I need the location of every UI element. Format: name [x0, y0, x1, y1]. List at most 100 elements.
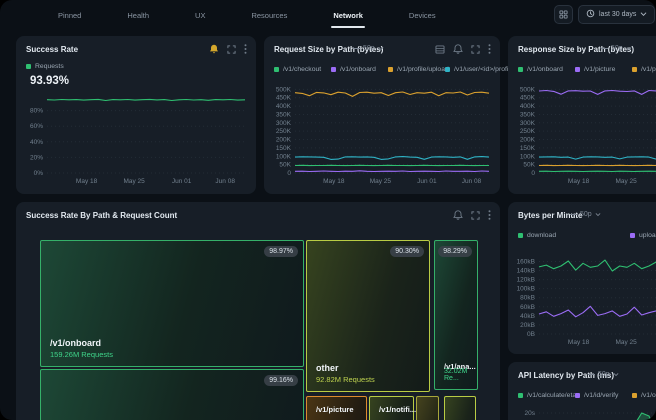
- svg-text:May 18: May 18: [568, 339, 590, 346]
- response-size-legend: /v1/onboard/v1/picture/v1/profi: [518, 66, 656, 73]
- treemap-cell--v1-ana-[interactable]: 98.29%/v1/ana...32.02M Re...: [434, 240, 478, 390]
- legend-swatch: [632, 393, 637, 398]
- nav-tabs: Pinned Health UX Resources Network Devices: [58, 0, 436, 30]
- request-size-legend: /v1/checkout/v1/onboard/v1/profile/uploa…: [274, 66, 500, 73]
- legend-item[interactable]: /v1/profile/upload: [388, 66, 445, 73]
- expand-icon[interactable]: [471, 45, 480, 54]
- svg-text:May 25: May 25: [615, 178, 637, 185]
- nav-tab-devices[interactable]: Devices: [409, 11, 436, 20]
- nav-tab-pinned[interactable]: Pinned: [58, 11, 81, 20]
- svg-text:200K: 200K: [520, 137, 536, 144]
- legend-label: upload: [639, 232, 656, 239]
- svg-text:May 25: May 25: [370, 178, 392, 185]
- legend-label: /v1/profi: [641, 66, 656, 73]
- svg-text:May 18: May 18: [76, 178, 98, 185]
- cell-request-count: 92.82M Requests: [316, 375, 375, 384]
- nav-tab-resources[interactable]: Resources: [251, 11, 287, 20]
- legend-swatch: [632, 67, 637, 72]
- success-rate-value: 93.93%: [30, 75, 69, 87]
- svg-text:0%: 0%: [34, 170, 44, 177]
- nav-tab-health[interactable]: Health: [127, 11, 149, 20]
- aggregation-selector[interactable]: 50p: [588, 371, 619, 378]
- chevron-down-icon: [626, 46, 632, 51]
- success-rate-legend: Requests: [26, 63, 256, 70]
- api-latency-chart[interactable]: 20s: [512, 406, 656, 420]
- legend-item[interactable]: /v1/user/<id>/profile: [445, 66, 502, 73]
- nav-tab-ux[interactable]: UX: [195, 11, 205, 20]
- aggregation-value: 50p: [598, 371, 610, 378]
- aggregation-selector[interactable]: 50p: [570, 211, 601, 218]
- treemap-cell--v1-notifi-[interactable]: /v1/notifi...: [369, 396, 414, 420]
- success-rate-badge: 98.29%: [438, 246, 472, 257]
- kebab-menu-icon[interactable]: [488, 44, 491, 54]
- svg-text:250K: 250K: [276, 128, 292, 135]
- svg-text:40kB: 40kB: [520, 313, 535, 320]
- svg-text:350K: 350K: [520, 111, 536, 118]
- bytes-per-minute-legend: download upload: [518, 232, 656, 239]
- panel-actions: [435, 44, 491, 54]
- treemap-cell[interactable]: [444, 396, 476, 420]
- legend-item[interactable]: /v1/picture: [575, 66, 632, 73]
- treemap-cell[interactable]: 99.16%: [40, 369, 304, 420]
- legend-item[interactable]: /v1/onbo: [632, 392, 656, 399]
- kebab-menu-icon[interactable]: [244, 44, 247, 54]
- legend-label: /v1/calculate/eta: [527, 392, 576, 399]
- success-rate-badge: 98.97%: [264, 246, 298, 257]
- svg-text:0B: 0B: [527, 331, 535, 338]
- bytes-per-minute-chart[interactable]: 0B20kB40kB60kB80kB100kB120kB140kB160kBMa…: [512, 252, 656, 347]
- legend-label: download: [527, 232, 556, 239]
- legend-swatch: [518, 393, 523, 398]
- legend-swatch: [26, 64, 31, 69]
- response-size-chart[interactable]: 050K100K150K200K250K300K350K400K450K500K…: [512, 82, 656, 186]
- svg-text:500K: 500K: [520, 86, 536, 93]
- legend-item[interactable]: download: [518, 232, 630, 239]
- legend-item[interactable]: /v1/calculate/eta: [518, 392, 575, 399]
- bell-icon[interactable]: [453, 44, 463, 54]
- svg-text:100K: 100K: [276, 153, 292, 160]
- legend-item[interactable]: upload: [630, 232, 656, 239]
- treemap-cell[interactable]: [416, 396, 439, 420]
- success-rate-chart[interactable]: 0%20%40%60%80%May 18May 25Jun 01Jun 08: [20, 91, 250, 186]
- legend-label: /v1/onboard: [527, 66, 563, 73]
- panel-response-size: Response Size by Path (bytes) 50p /v1/on…: [508, 36, 656, 194]
- svg-text:150K: 150K: [276, 145, 292, 152]
- time-range-label: last 30 days: [599, 11, 636, 18]
- legend-label: Requests: [35, 63, 64, 70]
- aggregation-selector[interactable]: 50p: [353, 45, 384, 52]
- legend-item[interactable]: /v1/profi: [632, 66, 656, 73]
- svg-text:Jun 08: Jun 08: [215, 178, 235, 185]
- treemap-cell-other[interactable]: 90.30% other 92.82M Requests: [306, 240, 430, 392]
- time-range-selector[interactable]: last 30 days: [578, 5, 655, 24]
- chevron-down-icon: [613, 372, 619, 377]
- legend-label: /v1/profile/upload: [397, 66, 449, 73]
- legend-label: /v1/checkout: [283, 66, 321, 73]
- aggregation-value: 50p: [580, 211, 592, 218]
- legend-item[interactable]: /v1/onboard: [518, 66, 575, 73]
- legend-item[interactable]: /v1/onboard: [331, 66, 388, 73]
- nav-tab-network[interactable]: Network: [333, 11, 363, 20]
- legend-item[interactable]: /v1/checkout: [274, 66, 331, 73]
- table-view-icon[interactable]: [435, 45, 445, 54]
- legend-item[interactable]: /v1/id/verify: [575, 392, 632, 399]
- svg-text:Jun 01: Jun 01: [417, 178, 437, 185]
- svg-text:400K: 400K: [520, 103, 536, 110]
- aggregation-selector[interactable]: 50p: [601, 45, 632, 52]
- success-rate-badge: 90.30%: [390, 246, 424, 257]
- svg-text:20s: 20s: [525, 410, 536, 417]
- svg-text:80%: 80%: [30, 108, 43, 115]
- svg-text:140kB: 140kB: [517, 268, 535, 275]
- legend-item[interactable]: Requests: [26, 63, 83, 70]
- treemap-cell--v1-onboard[interactable]: 98.97%/v1/onboard159.26M Requests: [40, 240, 304, 367]
- apps-grid-button[interactable]: [554, 5, 573, 24]
- bytes_per_minute-svg: 0B20kB40kB60kB80kB100kB120kB140kB160kBMa…: [512, 252, 656, 347]
- alert-bell-icon[interactable]: [209, 44, 219, 54]
- cell-path-label: other: [316, 363, 339, 373]
- treemap-cell--v1-picture[interactable]: /v1/picture: [306, 396, 367, 420]
- legend-swatch: [331, 67, 336, 72]
- panel-actions: [209, 44, 247, 54]
- svg-text:80kB: 80kB: [520, 295, 535, 302]
- expand-icon[interactable]: [227, 45, 236, 54]
- svg-text:200K: 200K: [276, 137, 292, 144]
- request-size-chart[interactable]: 050K100K150K200K250K300K350K400K450K500K…: [268, 82, 494, 186]
- grid-icon: [559, 6, 568, 24]
